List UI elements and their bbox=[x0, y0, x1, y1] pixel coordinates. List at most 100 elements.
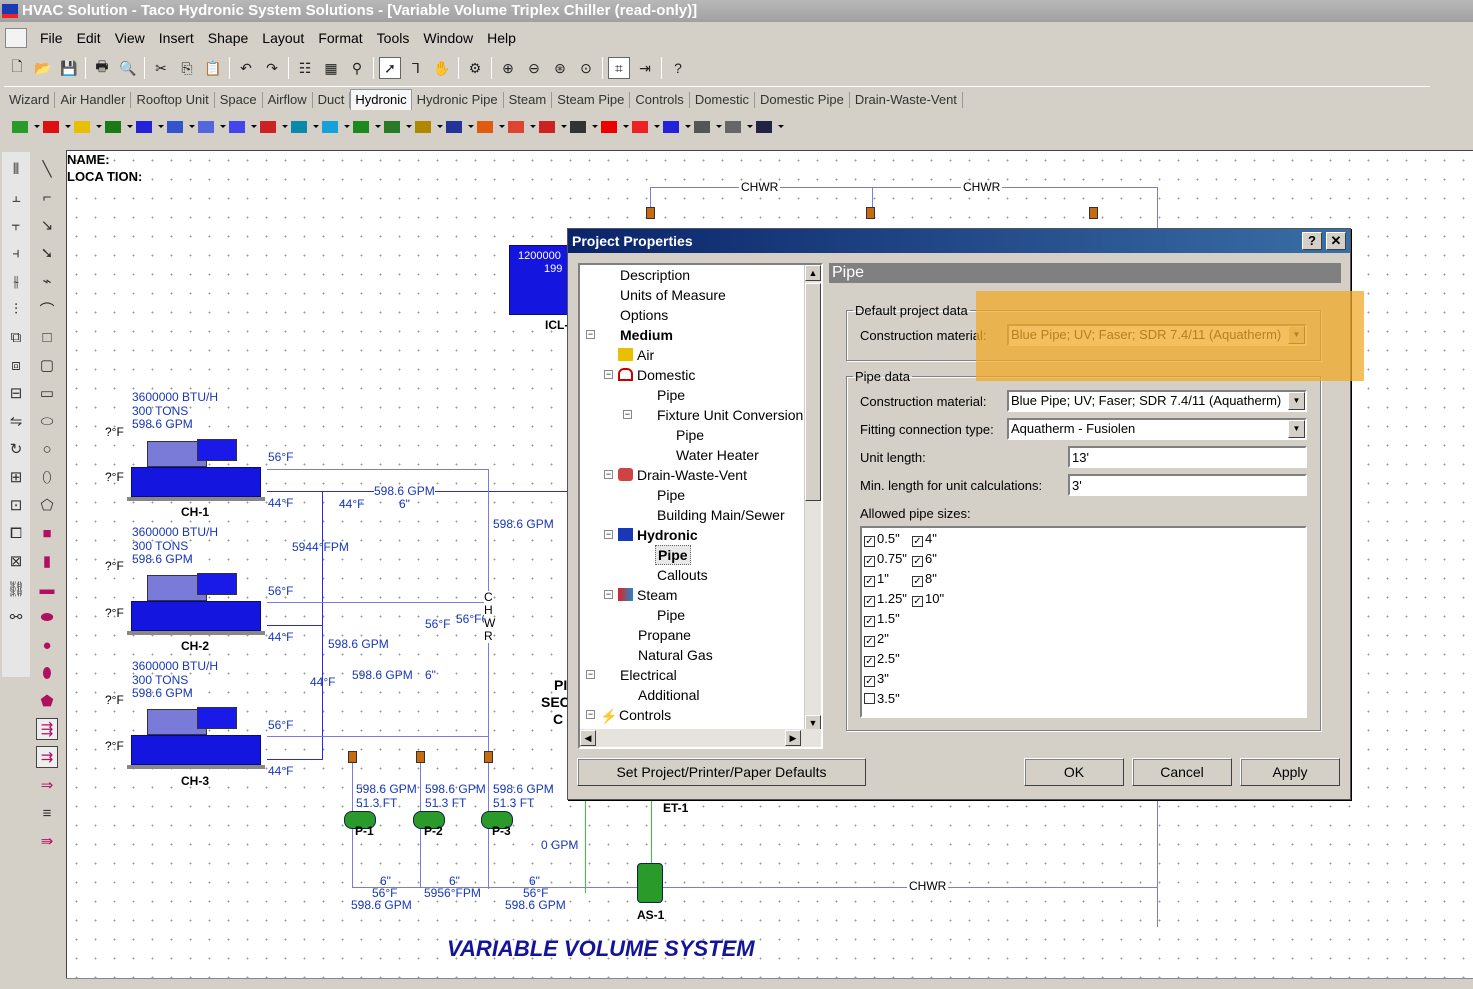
chiller-icon[interactable] bbox=[134, 118, 164, 136]
size-checkbox[interactable]: ✓ 6" bbox=[912, 552, 937, 567]
scroll-right-icon[interactable]: ▶ bbox=[785, 730, 801, 746]
new-icon[interactable]: 🗋 bbox=[6, 57, 28, 79]
tree-item-natural-gas[interactable]: Natural Gas bbox=[638, 645, 713, 665]
size-checkbox[interactable]: ✓ 1" bbox=[864, 572, 889, 587]
construction-select[interactable]: Blue Pipe; UV; Faser; SDR 7.4/11 (Aquath… bbox=[1007, 390, 1307, 412]
tab-drain-waste-vent[interactable]: Drain-Waste-Vent bbox=[850, 91, 963, 108]
polyline-icon[interactable]: ⌐ bbox=[36, 186, 58, 208]
pan-hand-icon[interactable]: ✋ bbox=[431, 57, 453, 79]
menu-layout[interactable]: Layout bbox=[255, 30, 311, 46]
chiller-ch1[interactable] bbox=[127, 431, 267, 501]
boiler-icon[interactable] bbox=[41, 118, 71, 136]
size-checkbox[interactable]: ✓ 8" bbox=[912, 572, 937, 587]
pump-icon[interactable] bbox=[103, 118, 133, 136]
menu-insert[interactable]: Insert bbox=[152, 30, 201, 46]
valve-icon[interactable] bbox=[1089, 207, 1098, 219]
line-ends-icon[interactable]: ⇛ bbox=[36, 830, 58, 852]
ellipse-icon[interactable]: ⬯ bbox=[36, 466, 58, 488]
collapse-icon[interactable]: − bbox=[604, 370, 613, 379]
help-button[interactable]: ? bbox=[1302, 232, 1322, 250]
format-painter-icon[interactable]: ⚲ bbox=[346, 57, 368, 79]
size-checkbox[interactable]: ✓ 3" bbox=[864, 672, 889, 687]
chevron-down-icon[interactable]: ▼ bbox=[1288, 392, 1305, 410]
menu-file[interactable]: File bbox=[33, 30, 70, 46]
fan-coil-icon[interactable] bbox=[258, 118, 288, 136]
chevron-down-icon[interactable]: ▼ bbox=[1288, 420, 1305, 438]
size-checkbox[interactable]: ✓ 0.75" bbox=[864, 552, 907, 567]
arrow-line-icon[interactable]: ↘ bbox=[36, 214, 58, 236]
group-icon[interactable]: ⧉ bbox=[5, 326, 27, 348]
collapse-icon[interactable]: − bbox=[586, 330, 595, 339]
canvas-horizontal-scrollbar[interactable] bbox=[66, 978, 1473, 989]
chart-tool-icon[interactable] bbox=[10, 118, 40, 136]
tree-item-description[interactable]: Description bbox=[620, 265, 690, 285]
copy-icon[interactable]: ⎘ bbox=[176, 57, 198, 79]
collapse-icon[interactable]: − bbox=[586, 710, 595, 719]
filled-pill-icon[interactable]: ⬬ bbox=[36, 606, 58, 628]
properties-icon[interactable]: ☷ bbox=[294, 57, 316, 79]
size-checkbox[interactable]: ✓ 2.5" bbox=[864, 652, 900, 667]
valve-icon[interactable] bbox=[382, 118, 412, 136]
connector-tool-icon[interactable]: ⅂ bbox=[405, 57, 427, 79]
tree-item-medium[interactable]: Medium bbox=[620, 325, 673, 345]
coil-icon[interactable] bbox=[227, 118, 257, 136]
chiller-ch3[interactable] bbox=[127, 699, 267, 769]
tree-item-controls[interactable]: ⚡ Controls bbox=[600, 705, 671, 725]
cut-icon[interactable]: ✂ bbox=[150, 57, 172, 79]
rotate-icon[interactable]: ↻ bbox=[5, 438, 27, 460]
tree-item-steam-pipe[interactable]: Pipe bbox=[657, 605, 685, 625]
pill-icon[interactable]: ⬭ bbox=[36, 410, 58, 432]
meter-icon[interactable] bbox=[444, 118, 474, 136]
freeform-icon[interactable]: ⌁ bbox=[36, 270, 58, 292]
zoom-in-icon[interactable]: ⊕ bbox=[497, 57, 519, 79]
tree-item-units-of-measure[interactable]: Units of Measure bbox=[620, 285, 726, 305]
tree-vertical-scrollbar[interactable]: ▲ ▼ bbox=[804, 265, 821, 731]
red-bar-icon[interactable] bbox=[630, 118, 660, 136]
tree-item-fixture-unit-conversion[interactable]: Fixture Unit Conversion bbox=[657, 405, 803, 425]
heat-exchanger-icon[interactable] bbox=[196, 118, 226, 136]
tab-controls[interactable]: Controls bbox=[630, 91, 690, 108]
wide-rect-icon[interactable]: ▭ bbox=[36, 382, 58, 404]
size-checkbox[interactable]: ✓ 4" bbox=[912, 532, 937, 547]
fill-style-icon[interactable]: ⇉ bbox=[36, 746, 58, 768]
tree-item-domestic-pipe[interactable]: Pipe bbox=[657, 385, 685, 405]
curve-icon[interactable]: ⌒ bbox=[36, 298, 58, 320]
align-middle-icon[interactable]: ⫟ bbox=[5, 214, 27, 236]
layers-icon[interactable]: ⚙ bbox=[464, 57, 486, 79]
bring-front-icon[interactable]: ⊞ bbox=[5, 466, 27, 488]
duplicate-icon[interactable]: ⧠ bbox=[5, 522, 27, 544]
shadow-icon[interactable]: ⇒ bbox=[36, 774, 58, 796]
tab-wizard[interactable]: Wizard bbox=[4, 91, 56, 108]
air-separator-as1[interactable] bbox=[637, 863, 663, 903]
polygon-icon[interactable]: ⬠ bbox=[36, 494, 58, 516]
collapse-icon[interactable]: − bbox=[604, 530, 613, 539]
tree-item-propane[interactable]: Propane bbox=[638, 625, 691, 645]
scroll-left-icon[interactable]: ◀ bbox=[580, 730, 596, 746]
starburst-icon[interactable] bbox=[72, 118, 102, 136]
close-button[interactable]: ✕ bbox=[1326, 232, 1346, 250]
tab-air-handler[interactable]: Air Handler bbox=[55, 91, 132, 108]
valve-icon[interactable] bbox=[646, 207, 655, 219]
tree-horizontal-scrollbar[interactable]: ◀ ▶ bbox=[580, 729, 821, 747]
grid-panel-icon[interactable] bbox=[692, 118, 722, 136]
line-weight-icon[interactable]: ≡ bbox=[36, 802, 58, 824]
save-icon[interactable]: 💾 bbox=[58, 57, 80, 79]
size-checkbox[interactable]: ✓ 2" bbox=[864, 632, 889, 647]
ungroup-icon[interactable]: ⧈ bbox=[5, 354, 27, 376]
tank-icon[interactable] bbox=[289, 118, 319, 136]
stack-icon[interactable]: ⫶ bbox=[5, 298, 27, 320]
tree-item-options[interactable]: Options bbox=[620, 305, 668, 325]
unit-length-input[interactable] bbox=[1068, 446, 1307, 468]
print-preview-icon[interactable]: 🔍 bbox=[117, 57, 139, 79]
align-icon[interactable]: ⫴ bbox=[5, 158, 27, 180]
red-pipe-icon[interactable] bbox=[599, 118, 629, 136]
radiator-icon[interactable] bbox=[506, 118, 536, 136]
cooling-tower-icon[interactable] bbox=[165, 118, 195, 136]
filled-wide-rect-icon[interactable]: ▬ bbox=[36, 578, 58, 600]
tree-item-drain-waste-vent[interactable]: Drain-Waste-Vent bbox=[618, 465, 747, 485]
chiller-ch2[interactable] bbox=[127, 565, 267, 635]
tab-steam-pipe[interactable]: Steam Pipe bbox=[552, 91, 631, 108]
filled-ellipse-icon[interactable]: ⬮ bbox=[36, 662, 58, 684]
valve-icon[interactable] bbox=[484, 751, 493, 763]
filled-circle-icon[interactable]: ● bbox=[36, 634, 58, 656]
